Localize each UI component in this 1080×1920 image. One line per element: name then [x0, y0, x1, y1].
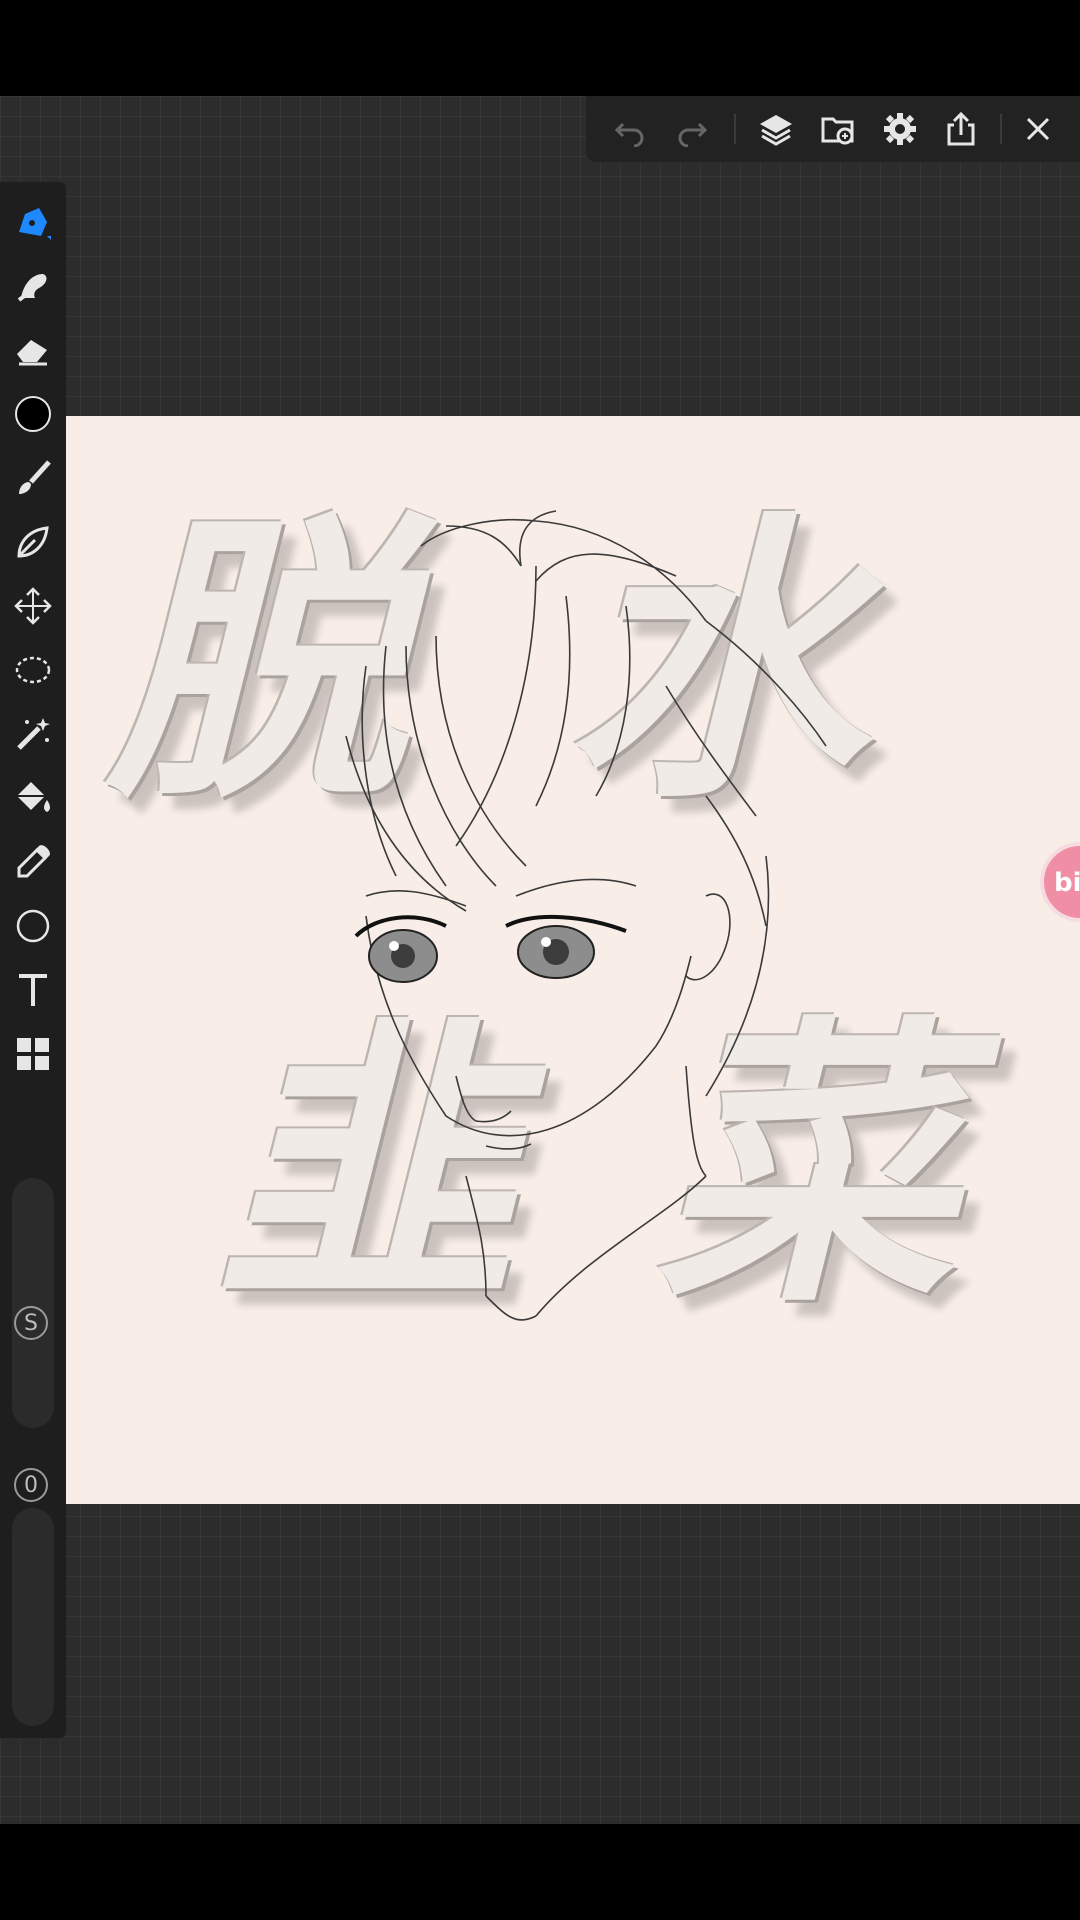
size-badge: S [14, 1306, 48, 1340]
toolbar-divider [734, 114, 736, 144]
import-image-icon[interactable] [814, 106, 862, 152]
lasso-icon[interactable] [9, 646, 57, 694]
close-icon[interactable] [1014, 106, 1062, 152]
brush-size-slider[interactable] [12, 1178, 54, 1428]
layers-icon[interactable] [752, 106, 800, 152]
navigation-bar [0, 1824, 1080, 1920]
fill-icon[interactable] [9, 774, 57, 822]
brush-opacity-slider[interactable] [12, 1508, 54, 1726]
sketch-drawing [345, 510, 827, 1321]
toolbar-divider [1000, 114, 1002, 144]
shape-icon[interactable] [9, 902, 57, 950]
settings-icon[interactable] [876, 106, 924, 152]
status-bar [0, 0, 1080, 96]
eraser-icon[interactable] [9, 326, 57, 374]
pen-nib-icon[interactable] [9, 518, 57, 566]
top-toolbar [586, 96, 1080, 162]
grid-icon[interactable] [9, 1030, 57, 1078]
tool-sidebar: S 0 [0, 182, 66, 1738]
brush-icon[interactable] [9, 454, 57, 502]
pen-icon[interactable] [9, 198, 57, 246]
undo-icon[interactable] [606, 106, 654, 152]
eyedropper-icon[interactable] [9, 838, 57, 886]
share-icon[interactable] [937, 106, 985, 152]
smudge-icon[interactable] [9, 262, 57, 310]
opacity-badge: 0 [14, 1468, 48, 1502]
magic-wand-icon[interactable] [9, 710, 57, 758]
transform-icon[interactable] [9, 582, 57, 630]
redo-icon[interactable] [668, 106, 716, 152]
color-swatch[interactable] [9, 390, 57, 438]
floating-button-label: bili [1054, 868, 1080, 898]
text-icon[interactable] [9, 966, 57, 1014]
drawing-canvas[interactable]: 脱 水 韭 菜 [66, 416, 1080, 1504]
